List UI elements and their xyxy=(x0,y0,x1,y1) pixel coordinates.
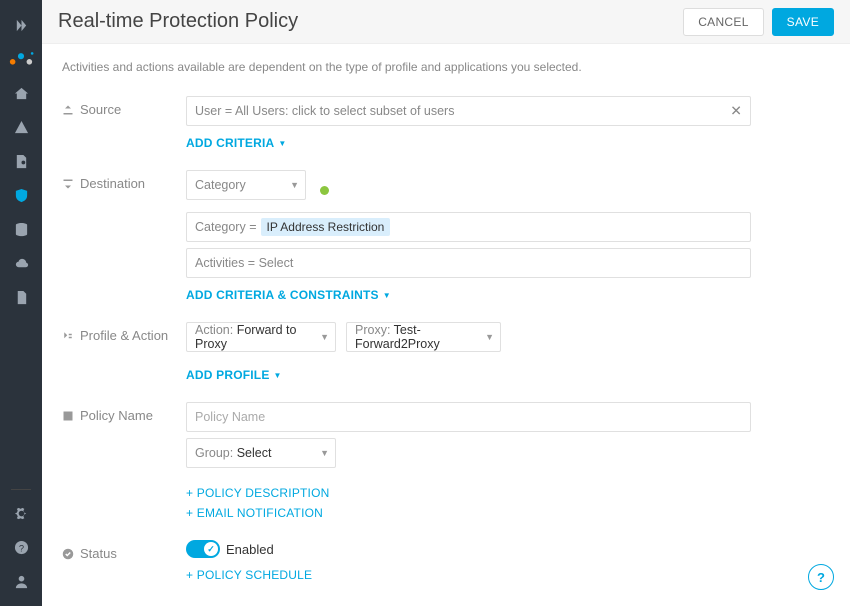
gear-icon[interactable] xyxy=(0,496,42,530)
cancel-button[interactable]: CANCEL xyxy=(683,8,763,36)
status-label: Status xyxy=(62,540,186,561)
page-title: Real-time Protection Policy xyxy=(58,10,298,33)
status-toggle[interactable] xyxy=(186,540,220,558)
help-fab[interactable]: ? xyxy=(808,564,834,590)
policy-description-link[interactable]: + POLICY DESCRIPTION xyxy=(186,486,830,500)
help-icon[interactable]: ? xyxy=(0,530,42,564)
status-enabled-text: Enabled xyxy=(226,542,274,557)
antenna-icon[interactable] xyxy=(0,314,42,348)
home-icon[interactable] xyxy=(0,76,42,110)
add-criteria-link[interactable]: ADD CRITERIA▼ xyxy=(186,136,287,150)
cloud-icon[interactable] xyxy=(0,246,42,280)
source-label: Source xyxy=(62,96,186,117)
page-header: Real-time Protection Policy CANCEL SAVE xyxy=(42,0,850,44)
category-tag[interactable]: IP Address Restriction xyxy=(261,218,391,236)
destination-icon xyxy=(62,178,74,190)
nav-expand-icon[interactable] xyxy=(0,8,42,42)
destination-label: Destination xyxy=(62,170,186,191)
policy-name-input[interactable] xyxy=(186,402,751,432)
email-notification-link[interactable]: + EMAIL NOTIFICATION xyxy=(186,506,830,520)
sidebar: ? xyxy=(0,0,42,606)
doc-search-icon[interactable] xyxy=(0,144,42,178)
activities-field[interactable]: Activities = Select xyxy=(186,248,751,278)
category-field[interactable]: Category = IP Address Restriction xyxy=(186,212,751,242)
svg-text:?: ? xyxy=(18,543,23,553)
profile-action-icon xyxy=(62,330,74,342)
info-note: Activities and actions available are dep… xyxy=(62,60,830,74)
file-icon[interactable] xyxy=(0,280,42,314)
action-select[interactable]: Action: Forward to Proxy▼ xyxy=(186,322,336,352)
user-icon[interactable] xyxy=(0,564,42,598)
source-icon xyxy=(62,104,74,116)
policy-name-label: Policy Name xyxy=(62,402,186,423)
profile-action-label: Profile & Action xyxy=(62,322,186,343)
category-select[interactable]: Category▼ xyxy=(186,170,306,200)
source-user-field[interactable]: User = All Users: click to select subset… xyxy=(186,96,751,126)
alert-icon[interactable] xyxy=(0,110,42,144)
policy-schedule-link[interactable]: + POLICY SCHEDULE xyxy=(186,568,312,582)
policy-icon xyxy=(62,410,74,422)
status-icon xyxy=(62,548,74,560)
proxy-select[interactable]: Proxy: Test-Forward2Proxy▼ xyxy=(346,322,501,352)
close-icon[interactable]: ✕ xyxy=(730,103,742,120)
add-profile-link[interactable]: ADD PROFILE▼ xyxy=(186,368,282,382)
group-select[interactable]: Group: Select▼ xyxy=(186,438,336,468)
shield-icon[interactable] xyxy=(0,178,42,212)
database-icon[interactable] xyxy=(0,212,42,246)
save-button[interactable]: SAVE xyxy=(772,8,834,36)
status-dot xyxy=(320,186,329,195)
add-criteria-constraints-link[interactable]: ADD CRITERIA & CONSTRAINTS▼ xyxy=(186,288,391,302)
logo-icon xyxy=(0,42,42,76)
